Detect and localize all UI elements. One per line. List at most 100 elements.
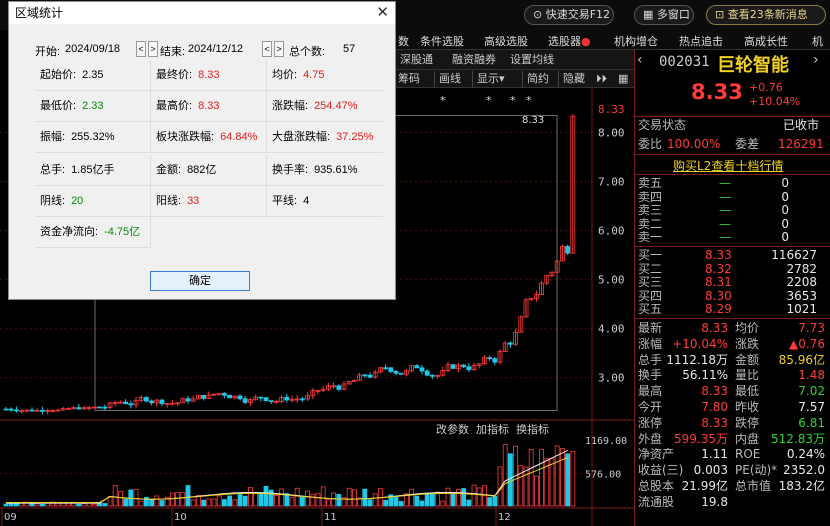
divider <box>635 116 830 117</box>
volume-bar <box>169 492 175 507</box>
volume-bar <box>336 493 342 507</box>
last-price: 8.33 <box>691 80 743 104</box>
volume-bar <box>351 489 357 507</box>
candle-body <box>466 366 472 371</box>
vol-tab-add[interactable]: 加指标 <box>476 421 509 437</box>
weibi-label: 委比 <box>638 137 663 151</box>
volume-bar <box>138 500 144 507</box>
volume-bar <box>159 500 165 507</box>
ask-price: — <box>719 216 731 231</box>
menu-item-growth[interactable]: 高成长性 <box>744 33 788 49</box>
price-axis-label: 3.00 <box>598 372 625 385</box>
stat-value: 7.73 <box>798 321 825 335</box>
candle-body <box>383 367 389 370</box>
vol-tab-params[interactable]: 改参数 <box>436 421 469 437</box>
stat-cell: 总手: 1.85亿手 <box>35 155 151 186</box>
candle-body <box>159 399 165 405</box>
bid-price: 8.33 <box>705 248 732 262</box>
volume-bar <box>346 487 352 507</box>
back-icon[interactable]: ‹ <box>637 52 643 68</box>
stat-label: 跌停 <box>735 415 760 430</box>
stat-cell-value: 4.75 <box>303 69 325 81</box>
stat-label: 净资产 <box>638 447 675 462</box>
stat-label: 最新 <box>638 321 663 335</box>
menu-item-0[interactable]: 数 <box>398 33 409 49</box>
stat-cell-value: 8.33 <box>198 100 220 112</box>
menu-item-advanced[interactable]: 高级选股 <box>484 33 528 49</box>
stat-cell-value: 20 <box>71 195 84 207</box>
volume-bar <box>523 466 529 507</box>
volume-bar <box>549 457 555 507</box>
menu-item-inst[interactable]: 机构增仓 <box>614 33 658 49</box>
volume-bar <box>528 449 534 507</box>
stat-value: 8.33 <box>701 321 728 335</box>
close-icon[interactable]: ✕ <box>376 2 389 24</box>
volume-bar <box>102 503 108 507</box>
candle-body <box>237 395 243 400</box>
tab-chips[interactable]: 筹码 <box>398 71 420 87</box>
stat-cell-value: 37.25% <box>336 131 374 143</box>
menu-item-condition[interactable]: 条件选股 <box>420 33 464 49</box>
menu-item-more[interactable]: 机 <box>812 33 823 49</box>
volume-bar <box>393 496 399 507</box>
range-stats-dialog: 区域统计 ✕ 开始: 2024/09/18 < > 结束: 2024/12/12… <box>8 1 396 300</box>
fast-trade-button[interactable]: ⊙ 快速交易F12 <box>524 5 614 25</box>
tab-hk-connect[interactable]: 深股通 <box>400 52 433 68</box>
price-axis-label: 8.33 <box>598 103 625 116</box>
candle-body <box>40 409 45 412</box>
stat-value: 8.33 <box>701 384 728 399</box>
stat-label: 均价 <box>735 321 760 335</box>
stat-label: 量比 <box>735 368 760 383</box>
stat-label: 金额 <box>735 352 760 367</box>
tab-margin[interactable]: 融资融券 <box>452 52 496 68</box>
candle-body <box>393 371 399 374</box>
hide-label: 隐藏 <box>563 72 585 85</box>
stats-grid: 起始价: 2.35 最终价: 8.33 均价: 4.75 最低价: 2.33 最高价: 8.33 涨… <box>35 60 383 248</box>
ok-button[interactable]: 确定 <box>150 271 250 291</box>
news-button[interactable]: ⊡ 查看23条新消息 <box>706 5 826 25</box>
buy-l2-link[interactable]: 购买L2查看十档行情 <box>673 157 783 174</box>
ask-row: 卖五 — 0 <box>635 177 830 190</box>
forward-icon[interactable]: › <box>813 52 819 68</box>
stat-cell-label: 阳线: <box>156 195 182 207</box>
volume-bar <box>221 499 227 507</box>
vol-tab-switch[interactable]: 换指标 <box>516 421 549 437</box>
stat-row: 总股本 21.99亿 总市值 183.2亿 <box>635 480 830 493</box>
end-label: 结束: <box>160 46 186 58</box>
grid-icon[interactable]: ▦ <box>618 71 628 87</box>
candle-body <box>242 398 248 403</box>
bid-label: 买五 <box>638 302 663 316</box>
multi-window-button[interactable]: ▦ 多窗口 <box>634 5 694 25</box>
divider <box>635 174 830 175</box>
tab-hide[interactable]: 隐藏 <box>558 71 585 87</box>
tab-ma-settings[interactable]: 设置均线 <box>510 52 554 68</box>
stat-value: 0.003 <box>693 463 728 478</box>
tab-draw[interactable]: 画线 <box>434 71 461 87</box>
expand-icon[interactable]: ⏵⏵ <box>596 71 607 87</box>
candle-body <box>143 397 149 402</box>
end-prev-arrow-icon[interactable]: < <box>262 41 272 57</box>
stat-label: 涨跌 <box>735 336 760 351</box>
tab-display[interactable]: 显示▾ <box>472 71 505 87</box>
stat-label: 最低 <box>735 384 760 399</box>
ask-volume: 0 <box>781 203 789 217</box>
app-window: 8.33 8.00 7.00 6.00 5.00 4.00 3.00 8.33 * * * * 1169… <box>0 0 830 526</box>
candle-body <box>128 403 134 406</box>
stat-cell-value: 1.85亿手 <box>71 164 115 176</box>
menu-item-screener[interactable]: 选股器● <box>548 33 591 49</box>
volume-bar <box>216 495 222 507</box>
volume-bar <box>476 487 482 507</box>
ask-label: 卖三 <box>638 203 663 217</box>
menu-item-hot[interactable]: 热点追击 <box>679 33 723 49</box>
next-arrow-icon[interactable]: > <box>148 41 158 57</box>
candle-body <box>13 409 19 412</box>
candle-body <box>336 385 342 390</box>
stat-row: 净资产 1.11 ROE 0.24% <box>635 448 830 461</box>
end-next-arrow-icon[interactable]: > <box>274 41 284 57</box>
price-change-pct: +10.04% <box>749 95 801 108</box>
tab-simple[interactable]: 简约 <box>522 71 549 87</box>
ask-volume: 0 <box>781 216 789 231</box>
stat-cell-label: 板块涨跌幅: <box>156 131 215 143</box>
dialog-titlebar[interactable]: 区域统计 ✕ <box>9 2 395 24</box>
prev-arrow-icon[interactable]: < <box>136 41 146 57</box>
